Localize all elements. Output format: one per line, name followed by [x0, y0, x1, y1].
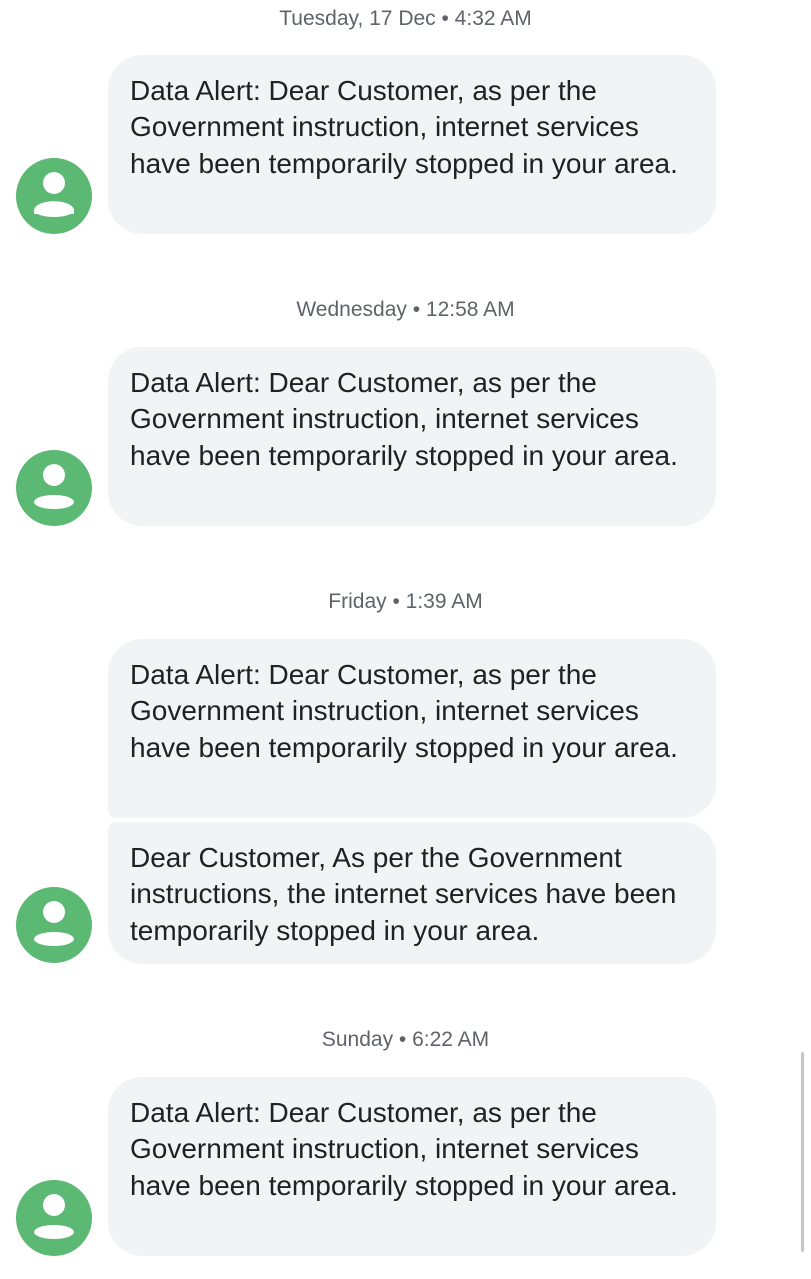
- message-timestamp: Wednesday • 12:58 AM: [296, 298, 515, 321]
- sender-avatar[interactable]: [16, 887, 92, 963]
- message-timestamp: Tuesday, 17 Dec • 4:32 AM: [279, 7, 532, 30]
- person-icon: [34, 464, 74, 509]
- message-bubble[interactable]: Dear Customer, As per the Government ins…: [108, 822, 716, 964]
- message-bubble[interactable]: Data Alert: Dear Customer, as per the Go…: [108, 1077, 716, 1256]
- person-icon: [34, 1194, 74, 1239]
- message-timestamp: Sunday • 6:22 AM: [321, 1028, 490, 1051]
- sender-avatar[interactable]: [16, 1180, 92, 1256]
- sender-avatar[interactable]: [16, 450, 92, 526]
- person-icon: [34, 172, 74, 217]
- message-timestamp: Friday • 1:39 AM: [328, 590, 483, 613]
- message-bubble[interactable]: Data Alert: Dear Customer, as per the Go…: [108, 347, 716, 526]
- message-bubble[interactable]: Data Alert: Dear Customer, as per the Go…: [108, 55, 716, 234]
- person-icon: [34, 901, 74, 946]
- scrollbar[interactable]: [801, 1052, 804, 1252]
- message-bubble[interactable]: Data Alert: Dear Customer, as per the Go…: [108, 639, 716, 818]
- sender-avatar[interactable]: [16, 158, 92, 234]
